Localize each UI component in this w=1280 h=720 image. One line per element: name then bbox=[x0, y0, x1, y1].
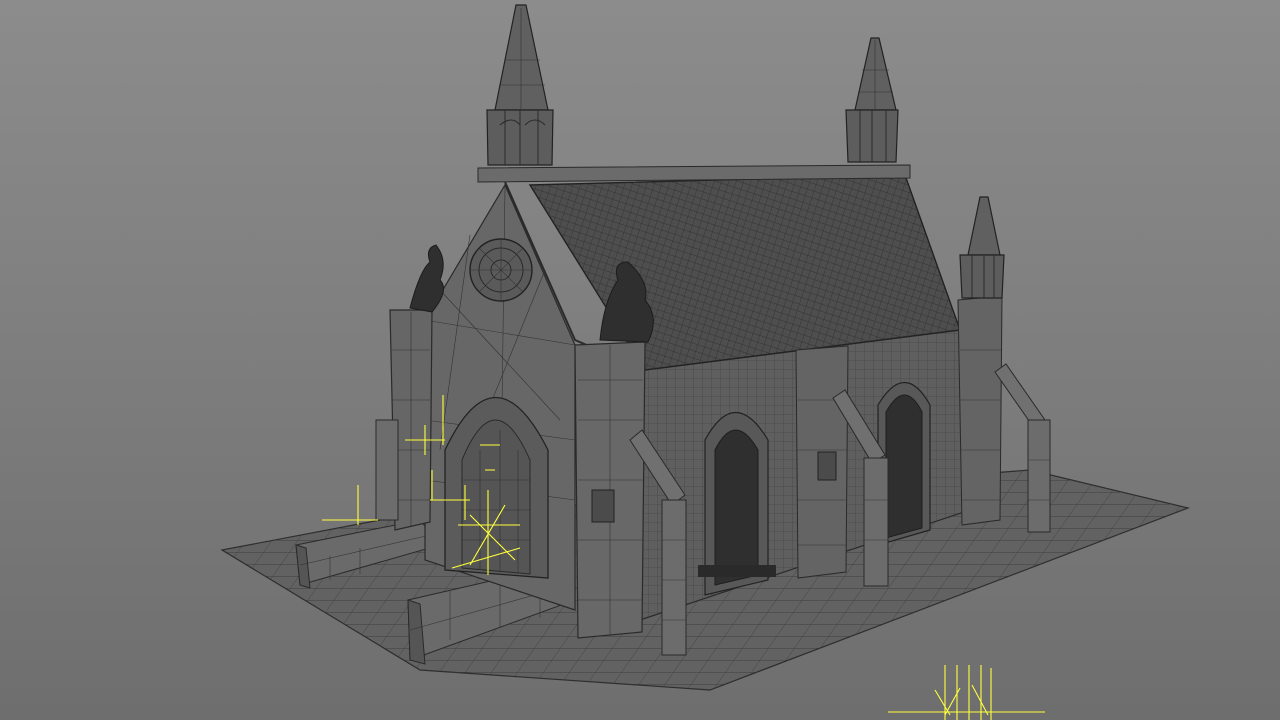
front-doorway[interactable] bbox=[444, 396, 549, 579]
locator-icon[interactable] bbox=[888, 665, 1045, 720]
side-window-1[interactable] bbox=[698, 412, 776, 596]
left-corner-buttress[interactable] bbox=[375, 309, 433, 531]
spire-icon bbox=[959, 196, 1005, 299]
front-corner-buttress[interactable] bbox=[574, 341, 646, 639]
3d-viewport[interactable] bbox=[0, 0, 1280, 720]
spire-icon bbox=[845, 37, 899, 163]
spire-icon bbox=[486, 4, 554, 166]
rose-window-icon bbox=[469, 238, 533, 302]
scene-canvas[interactable] bbox=[0, 0, 1280, 720]
